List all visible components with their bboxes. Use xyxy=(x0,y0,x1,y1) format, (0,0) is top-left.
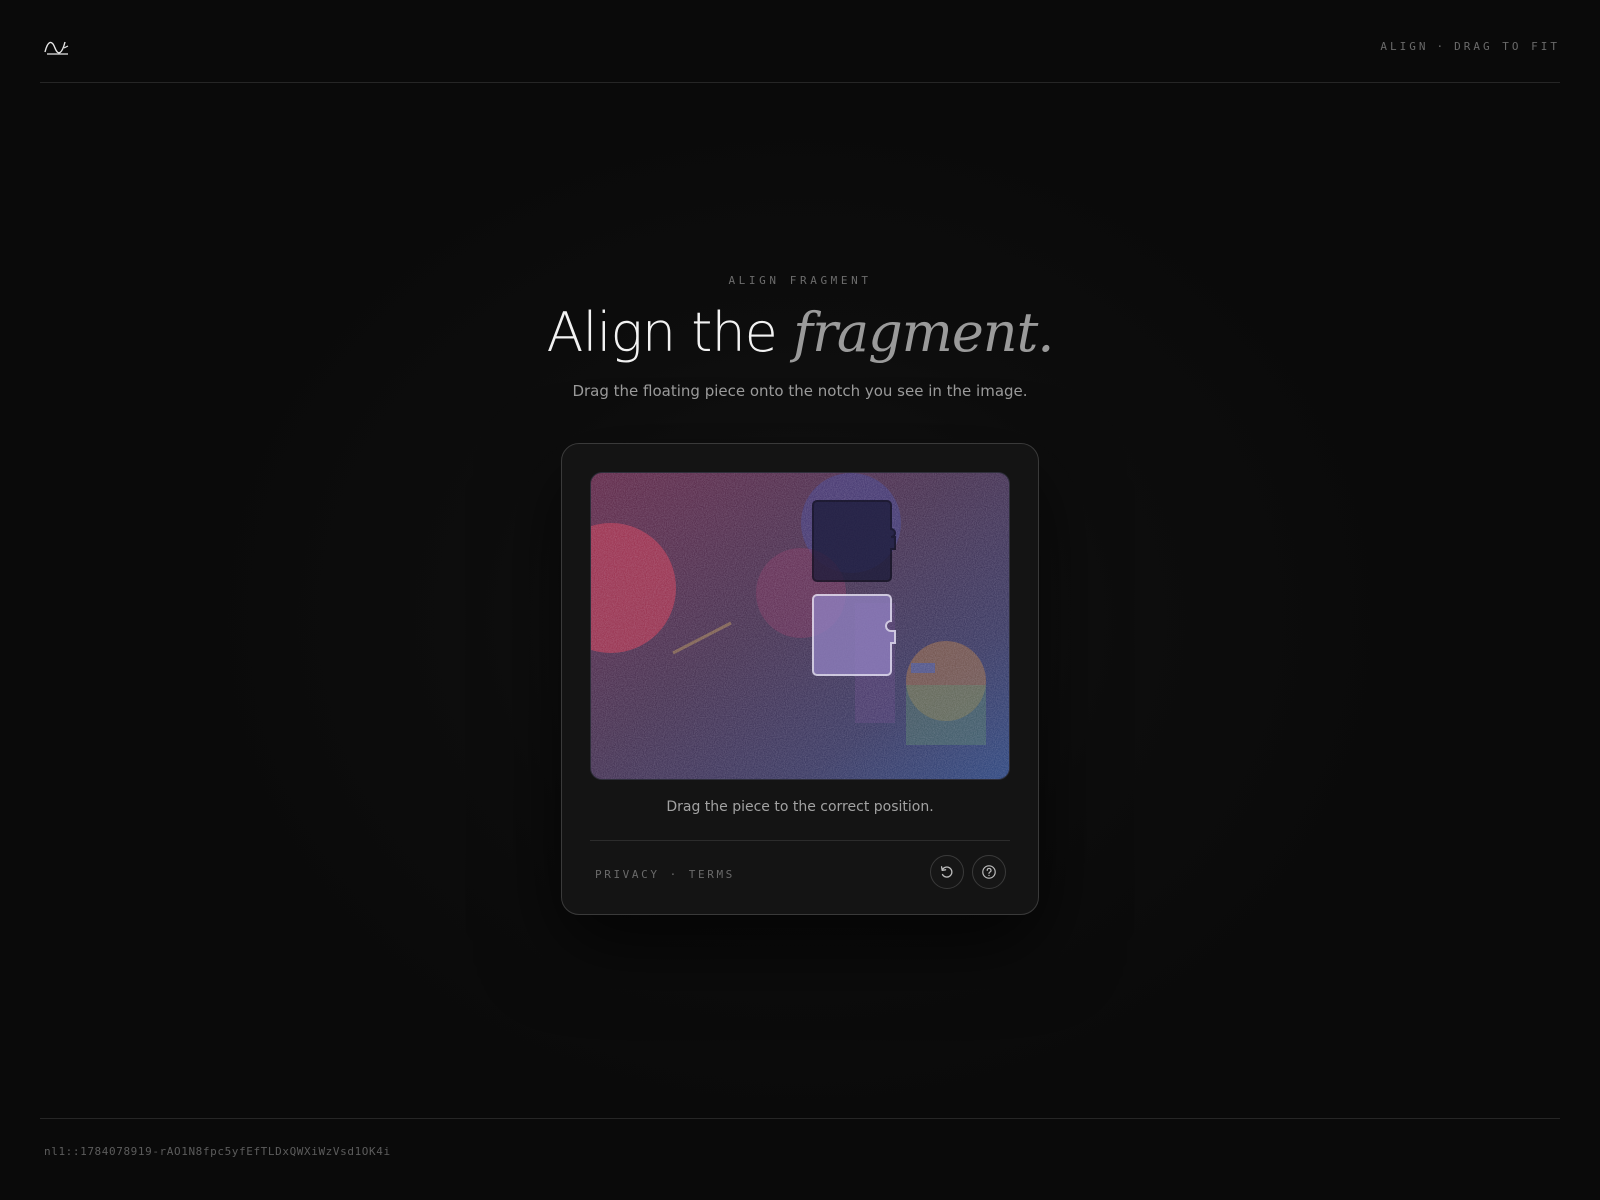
link-separator: · xyxy=(669,868,679,881)
privacy-link[interactable]: PRIVACY xyxy=(595,868,660,881)
instruction-text: DRAG TO FIT xyxy=(1454,40,1560,53)
eyebrow: ALIGN FRAGMENT xyxy=(728,274,872,287)
mode-label: ALIGN · DRAG TO FIT xyxy=(1380,40,1560,53)
footer-divider xyxy=(40,1118,1560,1119)
puzzle-canvas xyxy=(591,473,1009,779)
puzzle-notch xyxy=(812,500,896,582)
separator: · xyxy=(1436,40,1447,53)
puzzle-image[interactable] xyxy=(590,472,1010,780)
title-accent: fragment. xyxy=(793,301,1054,364)
refresh-button[interactable] xyxy=(930,855,964,889)
top-bar: ALIGN · DRAG TO FIT xyxy=(40,0,1560,83)
title-plain: Align the xyxy=(546,301,778,364)
page-title: Align the fragment. xyxy=(0,298,1600,368)
card-divider xyxy=(590,840,1010,841)
terms-link[interactable]: TERMS xyxy=(689,868,735,881)
refresh-icon xyxy=(940,866,953,878)
legal-links: PRIVACY · TERMS xyxy=(595,868,735,881)
session-token: nl1::1784078919-rAO1N8fpc5yfEfTLDxQWXiWz… xyxy=(44,1145,391,1158)
wave-logo-icon xyxy=(44,41,69,55)
captcha-page: ALIGN · DRAG TO FIT ALIGN FRAGMENT Align t… xyxy=(0,0,1600,1200)
page-subtitle: Drag the floating piece onto the notch y… xyxy=(572,382,1028,400)
captcha-card: Drag the piece to the correct position. … xyxy=(561,443,1039,915)
help-icon xyxy=(982,865,996,879)
help-button[interactable] xyxy=(972,855,1006,889)
mode-text: ALIGN xyxy=(1380,40,1429,53)
instruction-hint: Drag the piece to the correct position. xyxy=(666,799,934,815)
puzzle-piece[interactable] xyxy=(812,594,896,676)
